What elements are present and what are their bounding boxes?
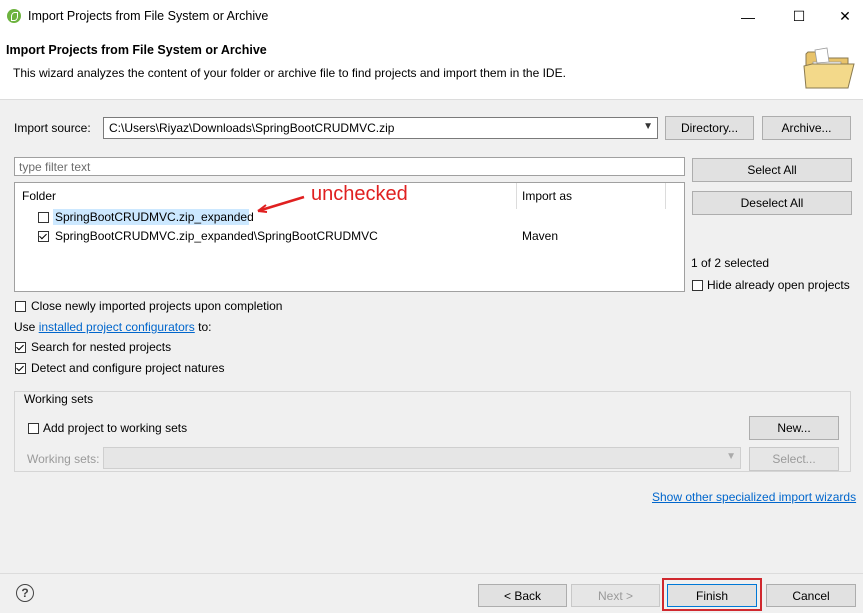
select-working-sets-button[interactable]: Select... [749, 447, 839, 471]
spring-logo-icon [7, 9, 21, 23]
help-icon[interactable]: ? [16, 584, 34, 602]
finish-button[interactable]: Finish [667, 584, 757, 607]
import-source-value: C:\Users\Riyaz\Downloads\SpringBootCRUDM… [109, 121, 395, 135]
row-1-checkbox[interactable] [38, 212, 49, 223]
table-row-folder[interactable]: SpringBootCRUDMVC.zip_expanded\SpringBoo… [55, 229, 378, 243]
wizard-description: This wizard analyzes the content of your… [13, 66, 566, 80]
column-separator [516, 183, 517, 209]
new-working-set-button[interactable]: New... [749, 416, 839, 440]
selection-count: 1 of 2 selected [691, 256, 770, 270]
back-button[interactable]: < Back [478, 584, 567, 607]
import-source-combo[interactable]: C:\Users\Riyaz\Downloads\SpringBootCRUDM… [103, 117, 658, 139]
deselect-all-button[interactable]: Deselect All [692, 191, 852, 215]
chevron-down-icon[interactable]: ▼ [726, 451, 736, 462]
use-prefix: Use [14, 320, 39, 334]
column-separator [665, 183, 666, 209]
archive-button[interactable]: Archive... [762, 116, 851, 140]
row-2-checkbox[interactable] [38, 231, 49, 242]
chevron-down-icon[interactable]: ▼ [643, 121, 653, 132]
minimize-button[interactable]: — [725, 0, 771, 33]
configurators-link[interactable]: installed project configurators [39, 320, 195, 334]
close-imported-checkbox[interactable] [15, 301, 26, 312]
working-sets-group-label: Working sets [22, 392, 96, 406]
close-imported-label[interactable]: Close newly imported projects upon compl… [31, 299, 282, 313]
working-sets-label: Working sets: [27, 452, 100, 466]
window-title: Import Projects from File System or Arch… [28, 9, 269, 23]
hide-open-checkbox[interactable] [692, 280, 703, 291]
folder-icon [803, 47, 855, 89]
directory-button[interactable]: Directory... [665, 116, 754, 140]
maximize-button[interactable]: ☐ [776, 0, 822, 33]
table-row-folder[interactable]: SpringBootCRUDMVC.zip_expanded [55, 210, 254, 224]
search-nested-checkbox[interactable] [15, 342, 26, 353]
close-button[interactable]: ✕ [822, 0, 863, 33]
cancel-button[interactable]: Cancel [766, 584, 856, 607]
table-row-import-as: Maven [522, 229, 559, 243]
filter-input[interactable]: type filter text [14, 157, 685, 176]
footer-divider [0, 573, 863, 574]
search-nested-label[interactable]: Search for nested projects [31, 340, 171, 354]
detect-natures-label[interactable]: Detect and configure project natures [31, 361, 224, 375]
column-header-folder[interactable]: Folder [22, 189, 56, 203]
annotation-text: unchecked [311, 183, 408, 205]
import-source-label: Import source: [14, 121, 91, 135]
configurators-line: Use installed project configurators to: [14, 320, 211, 334]
use-suffix: to: [194, 320, 212, 334]
add-working-sets-checkbox[interactable] [28, 423, 39, 434]
detect-natures-checkbox[interactable] [15, 363, 26, 374]
annotation-arrow-icon [257, 195, 305, 213]
select-all-button[interactable]: Select All [692, 158, 852, 182]
next-button[interactable]: Next > [571, 584, 660, 607]
column-header-import-as[interactable]: Import as [522, 189, 572, 203]
show-wizards-link[interactable]: Show other specialized import wizards [652, 490, 856, 504]
working-sets-combo[interactable]: ▼ [103, 447, 741, 469]
hide-open-label[interactable]: Hide already open projects [707, 278, 850, 292]
add-working-sets-label[interactable]: Add project to working sets [43, 421, 187, 435]
wizard-title: Import Projects from File System or Arch… [6, 43, 267, 57]
